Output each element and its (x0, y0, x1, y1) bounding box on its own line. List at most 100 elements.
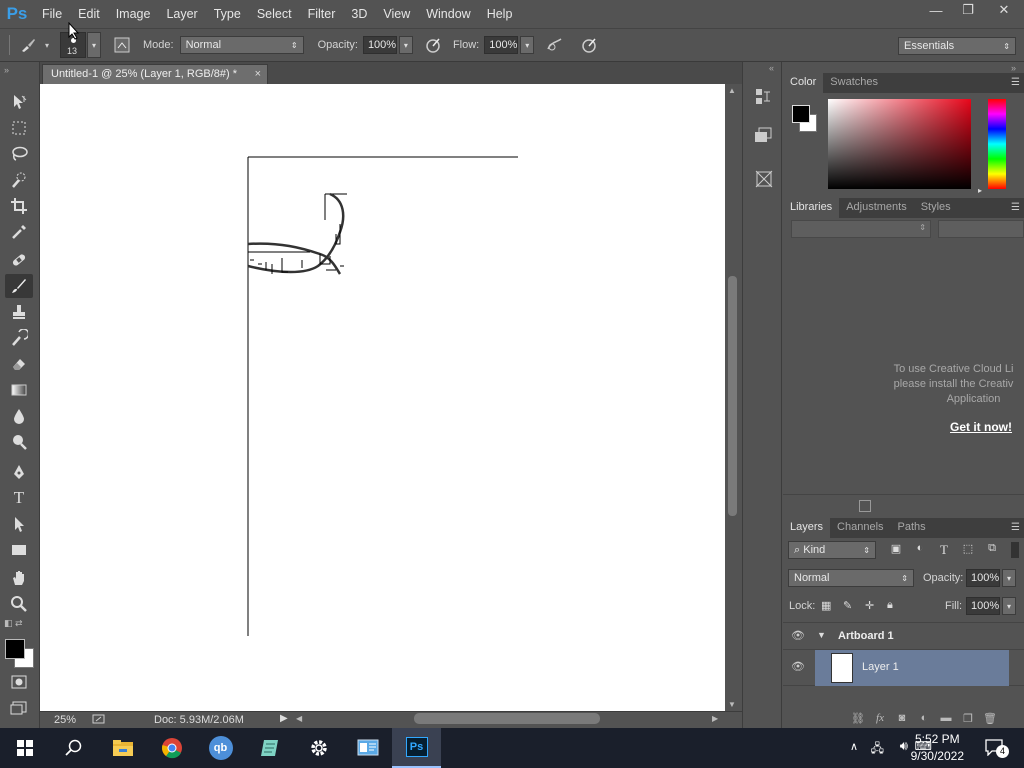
file-explorer-icon[interactable] (98, 728, 147, 768)
taskbar-clock[interactable]: 5:52 PM 9/30/2022 (911, 731, 964, 765)
fill-dropdown[interactable]: ▾ (1002, 597, 1016, 615)
menu-filter[interactable]: Filter (300, 0, 344, 28)
workspace-select[interactable]: Essentials ⇕ (898, 37, 1016, 55)
menu-image[interactable]: Image (108, 0, 159, 28)
expand-artboard-icon[interactable]: ▼ (817, 630, 826, 640)
airbrush-icon[interactable] (540, 36, 570, 54)
collapse-tools-icon[interactable]: » (4, 65, 9, 75)
qbittorrent-icon[interactable]: qb (196, 728, 245, 768)
windows-start-icon[interactable] (0, 728, 49, 768)
visibility-eye-icon[interactable]: 👁︎ (791, 660, 805, 673)
color-panel-menu-icon[interactable]: ☰ (1011, 77, 1020, 88)
rectangle-tool-icon[interactable] (5, 538, 33, 562)
notepad-app-icon[interactable] (245, 728, 294, 768)
export-icon[interactable] (92, 713, 106, 725)
filter-toggle[interactable] (1011, 542, 1019, 558)
screen-mode-icon[interactable] (5, 696, 33, 720)
dodge-tool-icon[interactable] (5, 430, 33, 454)
hand-tool-icon[interactable] (5, 566, 33, 590)
zoom-tool-icon[interactable] (5, 592, 33, 616)
tab-layers[interactable]: Layers (783, 518, 831, 538)
library-select[interactable]: ⇕ (791, 220, 931, 238)
brush-tool-icon[interactable] (5, 274, 33, 298)
network-icon[interactable]: 🖧︎ (871, 739, 884, 760)
blur-tool-icon[interactable] (5, 404, 33, 428)
collapse-panels-icon[interactable]: » (1011, 63, 1016, 73)
tab-swatches[interactable]: Swatches (823, 73, 885, 93)
horizontal-scroll-thumb[interactable] (414, 713, 600, 724)
scroll-down-icon[interactable]: ▼ (728, 700, 736, 709)
scroll-up-icon[interactable]: ▲ (728, 86, 736, 95)
eyedropper-tool-icon[interactable] (5, 220, 33, 244)
lock-image-icon[interactable]: ✎ (843, 599, 857, 612)
settings-gear-icon[interactable] (294, 728, 343, 768)
add-mask-icon[interactable]: ◙ (894, 712, 910, 724)
minimize-button[interactable]: — (920, 0, 952, 20)
collapse-dock-icon[interactable]: « (769, 63, 774, 73)
hue-marker-icon[interactable]: ▸ (978, 186, 982, 195)
brush-panel-toggle-icon[interactable] (109, 36, 135, 54)
color-panel-foreground-swatch[interactable] (792, 105, 810, 123)
pressure-opacity-icon[interactable] (419, 36, 447, 54)
quick-mask-icon[interactable] (5, 670, 33, 694)
color-field[interactable] (828, 99, 971, 189)
opacity-input[interactable]: 100% (362, 36, 397, 54)
lock-all-icon[interactable]: 🔒︎ (887, 599, 901, 612)
menu-select[interactable]: Select (249, 0, 300, 28)
layer-row-artboard[interactable]: 👁︎ ▼ Artboard 1 (783, 622, 1024, 650)
scroll-left-icon[interactable]: ◀ (296, 714, 302, 723)
path-selection-tool-icon[interactable] (5, 512, 33, 536)
new-group-icon[interactable]: ▬ (938, 712, 954, 724)
tab-styles[interactable]: Styles (914, 198, 958, 218)
filter-pixel-icon[interactable]: ▣ (887, 542, 905, 558)
layers-panel-menu-icon[interactable]: ☰ (1011, 522, 1020, 533)
marquee-tool-icon[interactable] (5, 116, 33, 140)
crop-tool-icon[interactable] (5, 194, 33, 218)
link-layers-icon[interactable]: ⛓︎ (850, 712, 866, 725)
layer-opacity-input[interactable]: 100% (966, 569, 1000, 587)
document-tab[interactable]: Untitled-1 @ 25% (Layer 1, RGB/8#) * × (42, 64, 268, 84)
flow-input[interactable]: 100% (484, 36, 519, 54)
tab-paths[interactable]: Paths (891, 518, 933, 538)
menu-help[interactable]: Help (479, 0, 521, 28)
layer-filter-select[interactable]: ⌕ Kind ⇕ (788, 541, 876, 559)
menu-type[interactable]: Type (206, 0, 249, 28)
clone-stamp-tool-icon[interactable] (5, 300, 33, 324)
healing-brush-tool-icon[interactable] (5, 248, 33, 272)
menu-file[interactable]: File (34, 0, 70, 28)
tab-color[interactable]: Color (783, 73, 824, 93)
menu-3d[interactable]: 3D (343, 0, 375, 28)
filter-shape-icon[interactable]: ⬚ (959, 542, 977, 558)
brush-tool-preset-icon[interactable] (16, 36, 40, 54)
menu-layer[interactable]: Layer (158, 0, 205, 28)
document-tab-close-button[interactable]: × (255, 68, 261, 80)
brush-presets-icon[interactable] (753, 168, 775, 190)
move-tool-icon[interactable] (5, 90, 33, 114)
gradient-tool-icon[interactable] (5, 378, 33, 402)
fill-input[interactable]: 100% (966, 597, 1000, 615)
menu-window[interactable]: Window (418, 0, 478, 28)
pen-tool-icon[interactable] (5, 460, 33, 484)
tab-channels[interactable]: Channels (830, 518, 890, 538)
delete-layer-icon[interactable]: 🗑︎ (982, 712, 998, 725)
libraries-panel-menu-icon[interactable]: ☰ (1011, 202, 1020, 213)
library-search-input[interactable] (938, 220, 1024, 238)
close-button[interactable]: ✕ (984, 0, 1024, 20)
menu-view[interactable]: View (375, 0, 418, 28)
layer-row-layer-1[interactable]: 👁︎ Layer 1 (783, 650, 1024, 686)
status-menu-arrow-icon[interactable]: ▶ (280, 713, 288, 724)
type-tool-icon[interactable]: T (5, 486, 33, 510)
volume-icon[interactable]: 🔊︎ (900, 738, 908, 754)
blend-mode-select[interactable]: Normal ⇕ (788, 569, 914, 587)
filter-smart-object-icon[interactable]: ⧉ (983, 542, 1001, 558)
properties-panel-icon[interactable] (753, 126, 773, 148)
filter-type-icon[interactable]: T (935, 542, 953, 558)
flow-dropdown[interactable]: ▾ (520, 36, 535, 54)
notifications-icon[interactable]: 4 (984, 738, 1009, 758)
document-canvas[interactable] (40, 84, 725, 711)
opacity-dropdown[interactable]: ▾ (398, 36, 413, 54)
brush-picker-dropdown[interactable]: ▾ (87, 32, 101, 58)
get-it-now-link[interactable]: Get it now! (950, 420, 1012, 434)
vertical-scroll-thumb[interactable] (728, 276, 737, 516)
zoom-level[interactable]: 25% (54, 714, 76, 726)
